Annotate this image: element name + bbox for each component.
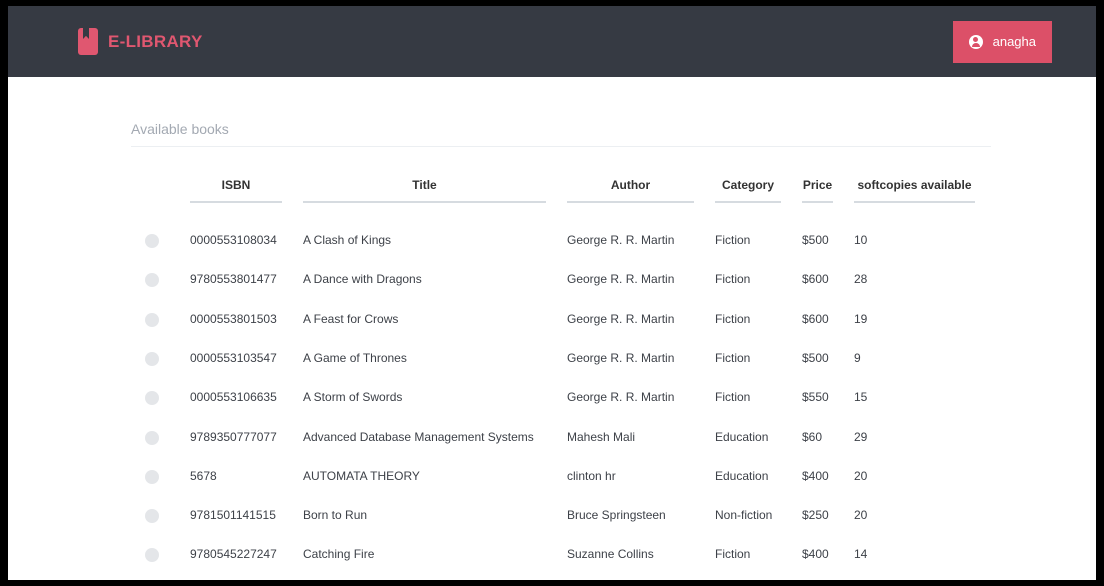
cell-price: $400: [802, 469, 829, 483]
cell-author: George R. R. Martin: [567, 312, 675, 326]
cell-title: A Storm of Swords: [303, 390, 403, 404]
cell-softcopies: 28: [854, 272, 868, 286]
row-select-radio[interactable]: [145, 509, 159, 523]
cell-price: $500: [802, 351, 829, 365]
cell-isbn: 0000553801503: [190, 312, 277, 326]
cell-author: George R. R. Martin: [567, 272, 675, 286]
cell-title: AUTOMATA THEORY: [303, 469, 420, 483]
cell-category: Fiction: [715, 312, 751, 326]
cell-softcopies: 14: [854, 547, 868, 561]
table-row: 9780553801477 A Dance with Dragons George …: [8, 270, 1096, 290]
brand-name: E-LIBRARY: [108, 31, 203, 51]
cell-author: Bruce Springsteen: [567, 508, 666, 522]
cell-title: Born to Run: [303, 508, 368, 522]
user-menu-button[interactable]: anagha: [952, 20, 1052, 63]
cell-price: $60: [802, 430, 823, 444]
user-name: anagha: [992, 34, 1036, 49]
cell-category: Fiction: [715, 547, 751, 561]
table-row: 0000553103547 A Game of Thrones George R. …: [8, 349, 1096, 369]
cell-category: Education: [715, 469, 769, 483]
row-select-radio[interactable]: [145, 470, 159, 484]
table-row: 9789350777077 Advanced Database Managemen…: [8, 428, 1096, 448]
table-row: 0000553106635 A Storm of Swords George R. …: [8, 388, 1096, 408]
row-select-radio[interactable]: [145, 391, 159, 405]
cell-isbn: 9789350777077: [190, 430, 277, 444]
cell-author: George R. R. Martin: [567, 351, 675, 365]
section-divider: [131, 146, 991, 147]
cell-author: George R. R. Martin: [567, 390, 675, 404]
table-row: 5678 AUTOMATA THEORY clinton hr Education $4…: [8, 467, 1096, 487]
table-row: 9781501141515 Born to Run Bruce Springstee…: [8, 506, 1096, 526]
cell-author: George R. R. Martin: [567, 233, 675, 247]
column-header-author: Author: [567, 178, 694, 203]
column-header-softcopies: softcopies available: [854, 178, 975, 203]
cell-softcopies: 20: [854, 469, 868, 483]
row-select-radio[interactable]: [145, 273, 159, 287]
cell-softcopies: 15: [854, 390, 868, 404]
cell-author: Mahesh Mali: [567, 430, 636, 444]
cell-title: Advanced Database Management Systems: [303, 430, 534, 444]
cell-isbn: 9780545227247: [190, 547, 277, 561]
cell-isbn: 9780553801477: [190, 272, 277, 286]
row-select-radio[interactable]: [145, 352, 159, 366]
cell-isbn: 5678: [190, 469, 217, 483]
cell-price: $600: [802, 312, 829, 326]
row-select-radio[interactable]: [145, 548, 159, 562]
cell-softcopies: 19: [854, 312, 868, 326]
cell-title: A Clash of Kings: [303, 233, 392, 247]
column-header-isbn: ISBN: [190, 178, 282, 203]
cell-category: Education: [715, 430, 769, 444]
column-header-price: Price: [802, 178, 833, 203]
book-icon: [78, 28, 98, 55]
cell-title: Catching Fire: [303, 547, 375, 561]
cell-price: $250: [802, 508, 829, 522]
brand[interactable]: E-LIBRARY: [78, 28, 203, 55]
cell-isbn: 0000553106635: [190, 390, 277, 404]
cell-price: $500: [802, 233, 829, 247]
table-row: 0000553108034 A Clash of Kings George R. R…: [8, 231, 1096, 251]
cell-softcopies: 9: [854, 351, 861, 365]
table-row: 0000553801503 A Feast for Crows George R. …: [8, 310, 1096, 330]
cell-category: Fiction: [715, 351, 751, 365]
cell-title: A Dance with Dragons: [303, 272, 422, 286]
cell-title: A Feast for Crows: [303, 312, 399, 326]
cell-category: Fiction: [715, 233, 751, 247]
cell-softcopies: 29: [854, 430, 868, 444]
cell-softcopies: 10: [854, 233, 868, 247]
cell-isbn: 0000553108034: [190, 233, 277, 247]
row-select-radio[interactable]: [145, 234, 159, 248]
cell-category: Non-fiction: [715, 508, 773, 522]
column-header-category: Category: [715, 178, 781, 203]
cell-title: A Game of Thrones: [303, 351, 407, 365]
cell-price: $400: [802, 547, 829, 561]
table-row: 9780545227247 Catching Fire Suzanne Collin…: [8, 545, 1096, 565]
navbar: E-LIBRARY anagha: [8, 6, 1096, 77]
cell-author: Suzanne Collins: [567, 547, 654, 561]
cell-price: $550: [802, 390, 829, 404]
section-title: Available books: [131, 121, 229, 137]
user-circle-icon: [968, 34, 983, 49]
row-select-radio[interactable]: [145, 431, 159, 445]
cell-softcopies: 20: [854, 508, 868, 522]
cell-category: Fiction: [715, 272, 751, 286]
app-window: E-LIBRARY anagha Available books ISBN Ti…: [8, 6, 1096, 580]
cell-isbn: 0000553103547: [190, 351, 277, 365]
cell-author: clinton hr: [567, 469, 616, 483]
cell-category: Fiction: [715, 390, 751, 404]
cell-price: $600: [802, 272, 829, 286]
column-header-title: Title: [303, 178, 546, 203]
cell-isbn: 9781501141515: [190, 508, 276, 522]
row-select-radio[interactable]: [145, 313, 159, 327]
